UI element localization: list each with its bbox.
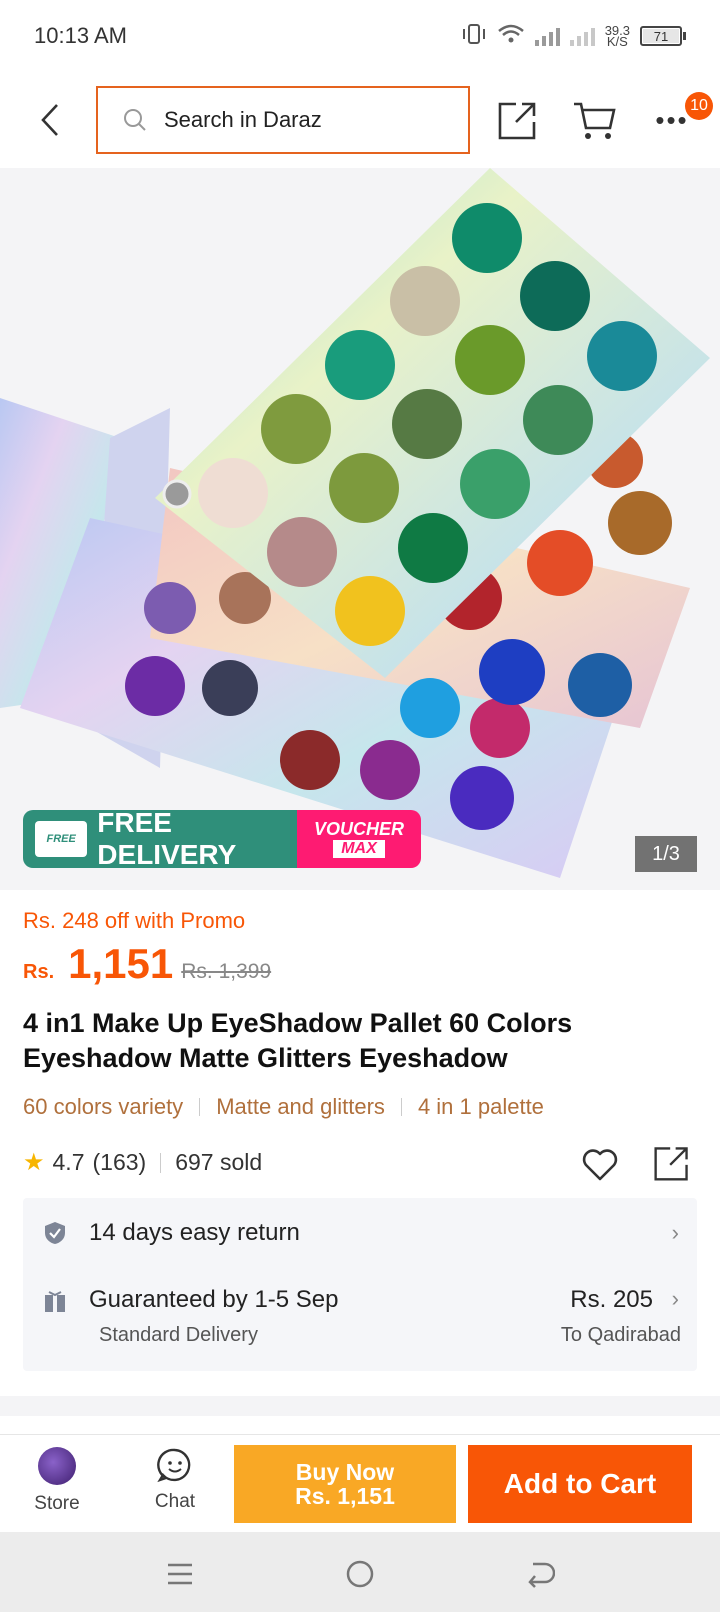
promo-discount-text[interactable]: Rs. 248 off with Promo xyxy=(23,908,245,934)
add-to-cart-label: Add to Cart xyxy=(503,1468,657,1499)
status-time: 10:13 AM xyxy=(34,23,127,48)
battery-icon: 71 xyxy=(640,26,686,46)
add-to-cart-button[interactable]: Add to Cart xyxy=(468,1445,692,1523)
product-highlights: 60 colors variety Matte and glitters 4 i… xyxy=(23,1094,544,1120)
back-nav-button[interactable] xyxy=(518,1552,562,1596)
product-title: 4 in1 Make Up EyeShadow Pallet 60 Colors… xyxy=(23,1008,573,1073)
back-arrow-icon xyxy=(528,1562,555,1588)
return-policy-row[interactable]: 14 days easy return › xyxy=(23,1198,697,1268)
signal-icon-1 xyxy=(534,26,560,46)
delivery-row[interactable]: Guaranteed by 1-5 Sep Standard Delivery … xyxy=(23,1268,697,1371)
voucher-max-tag: VOUCHER MAX xyxy=(297,810,421,868)
product-image-gallery[interactable] xyxy=(0,168,720,890)
return-policy-text: 14 days easy return xyxy=(89,1219,300,1246)
rating-value: 4.7 xyxy=(52,1149,85,1175)
truck-icon: FREE xyxy=(35,821,88,857)
sold-count: 697 sold xyxy=(175,1149,263,1175)
voucher-max-text: MAX xyxy=(333,840,385,858)
search-icon xyxy=(124,109,146,131)
system-navigation-bar xyxy=(0,1532,720,1612)
current-price: 1,151 xyxy=(68,940,174,987)
tag-divider xyxy=(400,1098,402,1116)
chevron-right-icon: › xyxy=(671,1286,679,1311)
chevron-left-icon xyxy=(41,104,58,136)
cart-icon xyxy=(574,102,616,139)
buy-now-price: Rs. 1,151 xyxy=(295,1483,395,1509)
price-row: Rs. 1,151 Rs. 1,399 xyxy=(23,940,271,988)
home-button[interactable] xyxy=(338,1552,382,1596)
search-placeholder: Search in Daraz xyxy=(164,107,322,132)
free-delivery-voucher-banner[interactable]: FREE FREE DELIVERY VOUCHER MAX xyxy=(23,810,421,868)
shield-check-icon xyxy=(45,1222,65,1244)
bottom-action-bar: Store Chat Buy Now Rs. 1,151 Add to Cart xyxy=(0,1434,720,1532)
tag-divider xyxy=(199,1098,201,1116)
battery-level: 71 xyxy=(643,29,679,44)
original-price: Rs. 1,399 xyxy=(181,960,272,983)
rating-divider xyxy=(160,1152,162,1173)
home-circle-icon xyxy=(346,1560,374,1588)
buy-now-button[interactable]: Buy Now Rs. 1,151 xyxy=(234,1445,456,1523)
cart-count-badge: 10 xyxy=(685,92,713,120)
buy-now-label: Buy Now xyxy=(295,1459,395,1485)
status-bar: 10:13 AM 39.3 K/S 71 xyxy=(0,0,720,72)
delivery-fee: Rs. 205 xyxy=(570,1286,653,1313)
store-button[interactable]: Store xyxy=(22,1447,92,1523)
share-icon xyxy=(498,102,536,140)
chat-button[interactable]: Chat xyxy=(140,1447,210,1523)
free-delivery-text: FREE DELIVERY xyxy=(97,810,237,868)
chat-label: Chat xyxy=(154,1491,196,1512)
back-button[interactable] xyxy=(30,98,70,142)
store-label: Store xyxy=(34,1493,80,1514)
network-speed-unit: K/S xyxy=(606,34,628,49)
rating-row[interactable]: ★ 4.7 (163) 697 sold xyxy=(23,1148,262,1177)
package-icon xyxy=(45,1291,65,1312)
highlight-tag: Matte and glitters xyxy=(216,1094,385,1119)
delivery-destination: To Qadirabad xyxy=(560,1324,681,1346)
chat-icon xyxy=(157,1448,191,1483)
more-dots-icon: ••• xyxy=(655,105,689,135)
cart-button[interactable] xyxy=(572,98,618,142)
store-avatar xyxy=(38,1447,76,1485)
vibrate-icon xyxy=(461,23,487,50)
highlight-tag: 4 in 1 palette xyxy=(417,1094,544,1119)
recent-apps-button[interactable] xyxy=(158,1552,202,1596)
heart-icon xyxy=(582,1149,618,1181)
chevron-right-icon: › xyxy=(671,1220,679,1245)
wishlist-button[interactable] xyxy=(580,1144,620,1184)
price-currency: Rs. xyxy=(23,961,55,983)
wifi-icon xyxy=(497,23,525,50)
network-speed: 39.3 K/S xyxy=(605,24,630,49)
highlight-tag: 60 colors variety xyxy=(23,1094,184,1119)
share-button[interactable] xyxy=(496,98,540,142)
menu-icon xyxy=(168,1563,192,1585)
delivery-type-text: Standard Delivery xyxy=(99,1324,258,1346)
free-delivery-tag: FREE FREE DELIVERY xyxy=(23,810,297,868)
search-input[interactable]: Search in Daraz xyxy=(96,86,470,154)
section-divider xyxy=(0,1396,720,1416)
delivery-guarantee-text: Guaranteed by 1-5 Sep xyxy=(89,1286,339,1313)
signal-icon-2 xyxy=(569,26,595,46)
top-header: Search in Daraz ••• xyxy=(0,72,720,168)
voucher-text: VOUCHER xyxy=(313,819,404,839)
share-icon xyxy=(654,1147,688,1181)
share-product-button[interactable] xyxy=(652,1142,692,1184)
star-icon: ★ xyxy=(23,1149,45,1176)
product-image xyxy=(0,168,710,878)
status-icons: 39.3 K/S 71 xyxy=(461,23,686,50)
review-count: (163) xyxy=(92,1149,147,1175)
image-counter: 1/3 xyxy=(635,836,697,872)
service-info-box: 14 days easy return › Guaranteed by 1-5 … xyxy=(23,1198,697,1371)
